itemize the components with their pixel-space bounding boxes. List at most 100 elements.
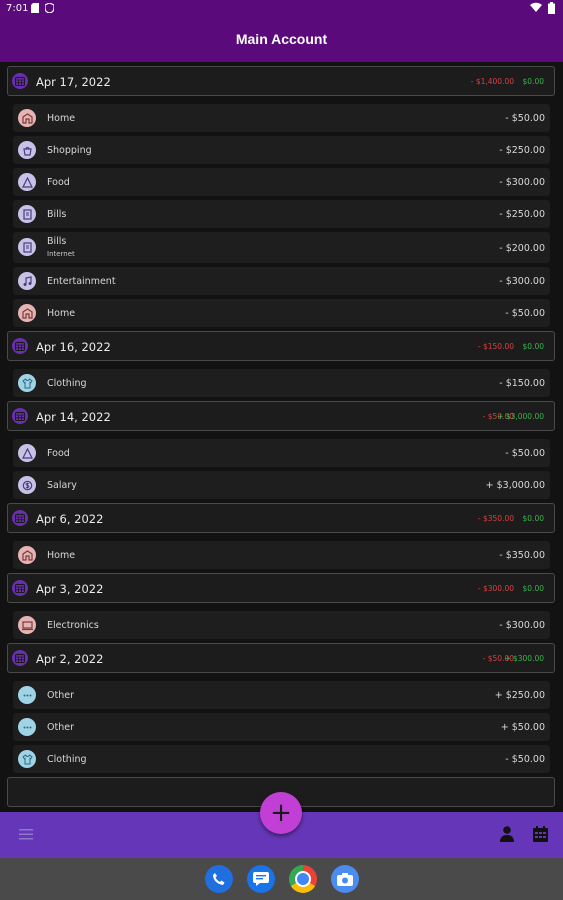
group-date: Apr 2, 2022 bbox=[36, 652, 104, 666]
shopping-icon bbox=[18, 141, 36, 159]
transaction-row[interactable]: Shopping - $250.00 bbox=[13, 136, 550, 164]
group-income-total: $0.00 bbox=[522, 514, 544, 523]
camera-icon[interactable] bbox=[331, 865, 359, 893]
bills-icon bbox=[18, 238, 36, 256]
group-income-total: $0.00 bbox=[522, 342, 544, 351]
food-icon bbox=[18, 444, 36, 462]
date-group-header[interactable]: Apr 14, 2022- $50.00 + $3,000.00 bbox=[7, 401, 555, 431]
transaction-category: Salary bbox=[47, 480, 77, 491]
calendar-icon bbox=[12, 73, 28, 89]
page-title: Main Account bbox=[235, 31, 328, 47]
transaction-category: Other bbox=[47, 690, 74, 701]
fab-label: + bbox=[270, 798, 292, 828]
system-dock bbox=[0, 858, 563, 900]
transaction-category: Clothing bbox=[47, 754, 87, 765]
transaction-category: Bills bbox=[47, 209, 67, 220]
food-icon bbox=[18, 173, 36, 191]
group-date: Apr 3, 2022 bbox=[36, 582, 104, 596]
transaction-amount: - $150.00 bbox=[499, 378, 545, 389]
transaction-amount: + $250.00 bbox=[494, 690, 545, 701]
clothing-icon bbox=[18, 750, 36, 768]
transaction-row[interactable]: Food - $50.00 bbox=[13, 439, 550, 467]
transaction-category: Food bbox=[47, 448, 70, 459]
transaction-category: Clothing bbox=[47, 378, 87, 389]
transaction-amount: - $50.00 bbox=[505, 308, 545, 319]
group-income-total: + $300.00 bbox=[504, 654, 544, 663]
bills-icon bbox=[18, 205, 36, 223]
transaction-row[interactable]: Entertainment - $300.00 bbox=[13, 267, 550, 295]
add-transaction-button[interactable]: + bbox=[260, 792, 302, 834]
calendar-icon bbox=[12, 338, 28, 354]
transaction-row[interactable]: Home - $50.00 bbox=[13, 299, 550, 327]
transaction-row[interactable]: Other + $250.00 bbox=[13, 681, 550, 709]
transaction-row[interactable]: Bills Internet - $200.00 bbox=[13, 232, 550, 263]
transaction-category: Bills bbox=[47, 236, 67, 247]
transaction-amount: - $50.00 bbox=[505, 754, 545, 765]
date-group-header[interactable]: Apr 3, 2022 - $300.00 $0.00 bbox=[7, 573, 555, 603]
other-icon bbox=[18, 686, 36, 704]
transaction-row[interactable]: Bills - $250.00 bbox=[13, 200, 550, 228]
group-expense-total: - $1,400.00 bbox=[470, 77, 514, 86]
electronics-icon bbox=[18, 616, 36, 634]
home-icon bbox=[18, 304, 36, 322]
group-date: Apr 14, 2022 bbox=[36, 410, 111, 424]
transaction-category: Entertainment bbox=[47, 276, 116, 287]
transaction-amount: - $300.00 bbox=[499, 620, 545, 631]
transaction-note: Internet bbox=[47, 250, 75, 258]
transaction-category: Electronics bbox=[47, 620, 99, 631]
transaction-amount: - $350.00 bbox=[499, 550, 545, 561]
group-expense-total: - $300.00 bbox=[477, 584, 514, 593]
transaction-amount: - $300.00 bbox=[499, 276, 545, 287]
home-icon bbox=[18, 546, 36, 564]
messages-icon[interactable] bbox=[247, 865, 275, 893]
transaction-category: Home bbox=[47, 113, 76, 124]
transaction-row[interactable]: Other + $50.00 bbox=[13, 713, 550, 741]
date-group-header[interactable]: Apr 16, 2022 - $150.00 $0.00 bbox=[7, 331, 555, 361]
salary-icon bbox=[18, 476, 36, 494]
clothing-icon bbox=[18, 374, 36, 392]
date-group-header[interactable]: Apr 17, 2022 - $1,400.00 $0.00 bbox=[7, 66, 555, 96]
transaction-category: Home bbox=[47, 550, 76, 561]
transaction-row[interactable]: Home - $50.00 bbox=[13, 104, 550, 132]
app-bar: Main Account bbox=[0, 18, 563, 62]
calendar-icon bbox=[12, 580, 28, 596]
group-income-total: + $3,000.00 bbox=[497, 412, 544, 421]
group-income-total: $0.00 bbox=[522, 584, 544, 593]
transaction-row[interactable]: Clothing - $50.00 bbox=[13, 745, 550, 773]
shield-icon bbox=[45, 3, 54, 13]
transaction-row[interactable]: Home - $350.00 bbox=[13, 541, 550, 569]
calendar-icon[interactable] bbox=[533, 826, 548, 842]
group-expense-total: - $150.00 bbox=[477, 342, 514, 351]
group-date: Apr 6, 2022 bbox=[36, 512, 104, 526]
chrome-icon[interactable] bbox=[289, 865, 317, 893]
transaction-amount: - $250.00 bbox=[499, 145, 545, 156]
wifi-icon bbox=[530, 2, 542, 12]
sd-card-icon bbox=[31, 3, 39, 13]
transaction-list[interactable]: Apr 17, 2022 - $1,400.00 $0.00 Home - $50.00… bbox=[0, 62, 563, 812]
transaction-amount: + $3,000.00 bbox=[485, 480, 545, 491]
transaction-row[interactable]: Electronics - $300.00 bbox=[13, 611, 550, 639]
calendar-icon bbox=[12, 650, 28, 666]
date-group-header[interactable]: Apr 6, 2022 - $350.00 $0.00 bbox=[7, 503, 555, 533]
account-icon[interactable] bbox=[500, 826, 514, 842]
battery-icon bbox=[548, 2, 555, 14]
status-time: 7:01 bbox=[6, 3, 29, 14]
transaction-row[interactable]: Salary + $3,000.00 bbox=[13, 471, 550, 499]
transaction-amount: - $300.00 bbox=[499, 177, 545, 188]
transaction-amount: - $50.00 bbox=[505, 448, 545, 459]
transaction-amount: - $200.00 bbox=[499, 243, 545, 254]
transaction-row[interactable]: Clothing - $150.00 bbox=[13, 369, 550, 397]
transaction-category: Food bbox=[47, 177, 70, 188]
group-date: Apr 17, 2022 bbox=[36, 75, 111, 89]
group-expense-total: - $350.00 bbox=[477, 514, 514, 523]
menu-icon[interactable] bbox=[19, 829, 33, 840]
transaction-amount: - $250.00 bbox=[499, 209, 545, 220]
date-group-header[interactable]: Apr 2, 2022- $50.00 + $300.00 bbox=[7, 643, 555, 673]
group-date: Apr 16, 2022 bbox=[36, 340, 111, 354]
transaction-amount: - $50.00 bbox=[505, 113, 545, 124]
calendar-icon bbox=[12, 408, 28, 424]
transaction-category: Home bbox=[47, 308, 76, 319]
phone-icon[interactable] bbox=[205, 865, 233, 893]
status-bar: 7:01 bbox=[0, 0, 563, 18]
transaction-row[interactable]: Food - $300.00 bbox=[13, 168, 550, 196]
